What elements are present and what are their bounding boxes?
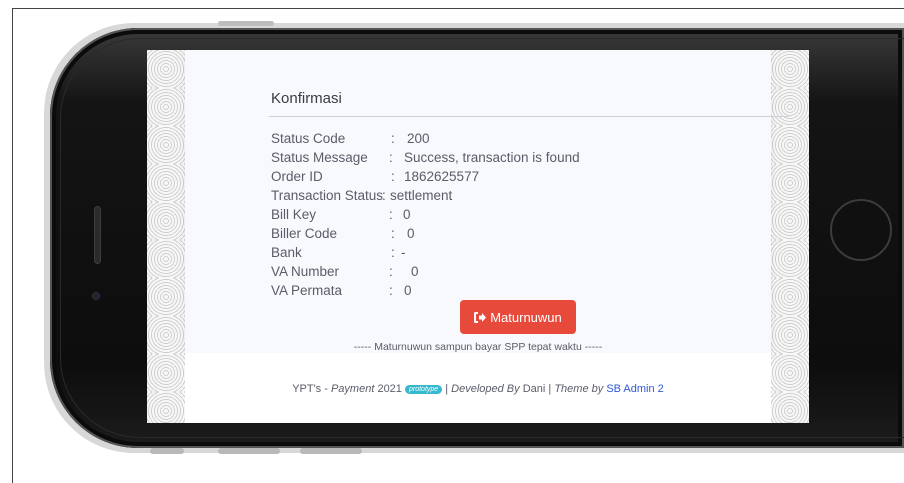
phone-speaker bbox=[94, 206, 101, 264]
phone-home-button bbox=[830, 199, 892, 261]
phone-button-bottom bbox=[150, 448, 184, 454]
page-footer: YPT's - Payment 2021 prototype | Develop… bbox=[185, 353, 771, 423]
phone-button-top bbox=[218, 21, 274, 26]
confirmation-card: Konfirmasi Status Code : 200 Status Mess… bbox=[185, 50, 789, 353]
phone-screen: Konfirmasi Status Code : 200 Status Mess… bbox=[147, 50, 809, 423]
thank-you-note: ----- Maturnuwun sampun bayar SPP tepat … bbox=[353, 341, 603, 353]
button-label: Maturnuwun bbox=[490, 309, 562, 325]
background-pattern-right bbox=[771, 50, 809, 423]
prototype-badge: prototype bbox=[404, 385, 443, 394]
phone-button-bottom bbox=[300, 448, 362, 454]
maturnuwun-button[interactable]: Maturnuwun bbox=[460, 300, 576, 334]
card-title: Konfirmasi bbox=[271, 90, 342, 107]
background-pattern-left bbox=[147, 50, 185, 423]
footer-text: YPT's - Payment 2021 prototype | Develop… bbox=[292, 383, 664, 395]
sb-admin-link[interactable]: SB Admin 2 bbox=[606, 383, 663, 395]
sign-out-icon bbox=[474, 311, 487, 323]
phone-button-bottom bbox=[218, 448, 280, 454]
title-divider bbox=[269, 116, 789, 117]
phone-camera-icon bbox=[92, 292, 100, 300]
